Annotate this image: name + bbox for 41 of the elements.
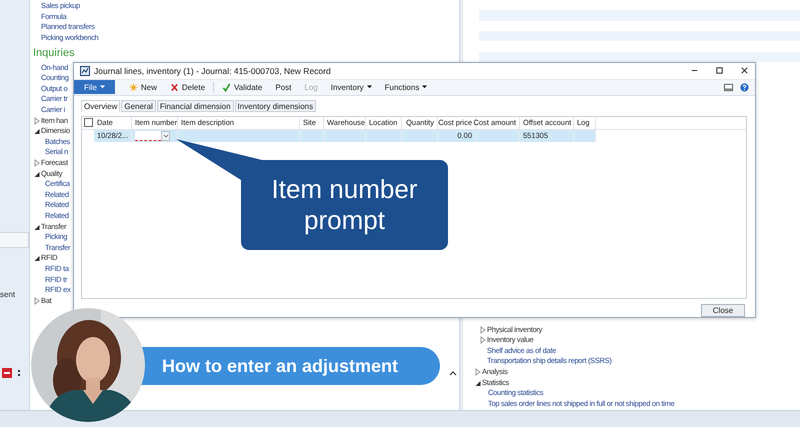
- expanded-triangle-icon[interactable]: [33, 222, 41, 231]
- toolbar-button[interactable]: Validate: [217, 80, 268, 94]
- tab[interactable]: Overview: [81, 100, 120, 112]
- tab[interactable]: Inventory dimensions: [234, 100, 316, 112]
- expanded-triangle-icon[interactable]: [33, 254, 41, 262]
- side-panel-text: sent: [0, 290, 16, 299]
- select-all-checkbox[interactable]: [84, 118, 92, 128]
- collapsed-triangle-icon[interactable]: [479, 326, 487, 334]
- more-icon[interactable]: [17, 368, 21, 378]
- check-icon: [222, 82, 232, 92]
- collapsed-triangle-icon[interactable]: [33, 296, 41, 305]
- sun-icon: [128, 82, 138, 92]
- caret-icon: [422, 85, 428, 90]
- lookup-button[interactable]: [161, 130, 170, 141]
- maximize-icon[interactable]: [715, 66, 724, 76]
- callout: Item number prompt: [241, 160, 448, 250]
- caret-icon: [100, 85, 105, 90]
- toolbar-button[interactable]: Post: [270, 80, 296, 94]
- collapsed-triangle-icon[interactable]: [479, 336, 487, 344]
- toolbar-button[interactable]: Delete: [164, 80, 210, 94]
- app-tile-icon[interactable]: [2, 368, 12, 378]
- collapse-caret-icon[interactable]: [449, 370, 457, 376]
- toolbar-button[interactable]: File: [74, 80, 115, 94]
- journal-icon: [80, 66, 90, 76]
- section-heading: Inquiries: [33, 46, 76, 60]
- delete-icon: [170, 82, 179, 92]
- toolbar-button[interactable]: New: [124, 80, 162, 94]
- expanded-triangle-icon[interactable]: [33, 127, 41, 136]
- help-icon[interactable]: [740, 82, 749, 92]
- expanded-triangle-icon[interactable]: [33, 170, 41, 178]
- close-icon[interactable]: [740, 66, 749, 76]
- window-title: Journal lines, inventory (1) - Journal: 415-000703, New Record: [94, 66, 331, 76]
- tab[interactable]: General: [121, 100, 156, 112]
- close-button[interactable]: Close: [701, 304, 745, 317]
- toolbar-button[interactable]: Inventory: [326, 80, 377, 94]
- toolbar-button[interactable]: Functions: [380, 80, 432, 94]
- expanded-triangle-icon[interactable]: [474, 378, 482, 387]
- caret-icon: [366, 85, 372, 90]
- tab[interactable]: Financial dimension: [156, 100, 234, 112]
- layout-icon[interactable]: [724, 82, 733, 92]
- chevron-icon: [162, 134, 168, 138]
